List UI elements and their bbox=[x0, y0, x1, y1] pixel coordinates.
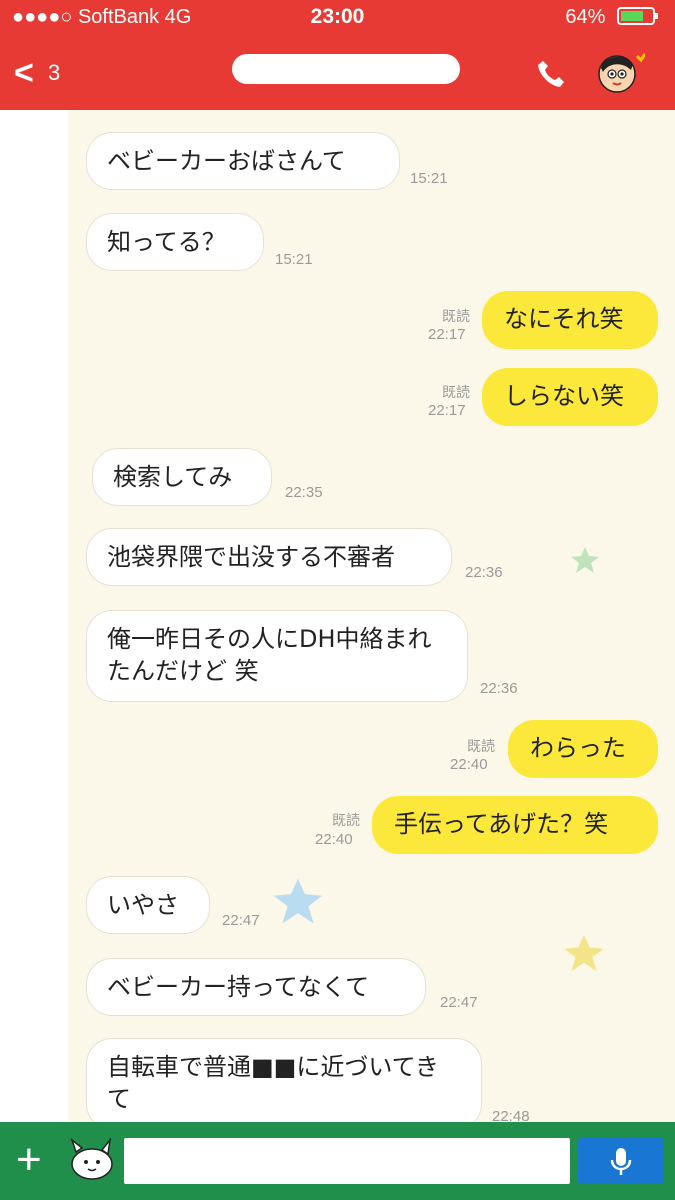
message-input[interactable] bbox=[124, 1138, 570, 1184]
message-text: ベビーカーおばさんて bbox=[107, 147, 346, 175]
message-timestamp: 22:17 bbox=[428, 402, 466, 419]
message-timestamp: 22:36 bbox=[465, 564, 503, 581]
message-timestamp: 15:21 bbox=[275, 251, 313, 268]
chat-title-redacted bbox=[232, 54, 460, 84]
read-receipt: 既読 bbox=[332, 813, 360, 829]
star-decoration-icon bbox=[273, 878, 323, 924]
message-bubble-incoming[interactable]: ベビーカー持ってなくて bbox=[86, 958, 426, 1016]
mic-icon bbox=[610, 1148, 632, 1175]
status-bar: ●●●●○ SoftBank 4G 23:00 64% bbox=[0, 0, 675, 36]
message-timestamp: 22:36 bbox=[480, 680, 518, 697]
read-receipt: 既読 bbox=[442, 385, 470, 401]
sticker-icon[interactable] bbox=[66, 1138, 116, 1182]
message-bubble-incoming[interactable]: ベビーカーおばさんて bbox=[86, 132, 400, 190]
message-bubble-incoming[interactable]: 自転車で普通■■に近づいてきて bbox=[86, 1038, 482, 1122]
message-bubble-outgoing[interactable]: 手伝ってあげた？笑 bbox=[372, 796, 658, 854]
message-bubble-outgoing[interactable]: しらない笑 bbox=[482, 368, 658, 426]
message-text: 自転車で普通■■に近づいてきて bbox=[107, 1053, 439, 1113]
avatar-column-redacted bbox=[0, 110, 68, 1122]
battery-status: 64% bbox=[565, 6, 661, 29]
message-timestamp: 22:17 bbox=[428, 326, 466, 343]
back-chevron-icon[interactable]: < bbox=[14, 54, 34, 93]
message-timestamp: 22:47 bbox=[440, 994, 478, 1011]
battery-icon bbox=[617, 7, 658, 25]
message-bubble-outgoing[interactable]: なにそれ笑 bbox=[482, 291, 658, 349]
read-receipt: 既読 bbox=[442, 309, 470, 325]
input-bar: + bbox=[0, 1122, 675, 1200]
message-timestamp: 22:40 bbox=[315, 831, 353, 848]
message-bubble-incoming[interactable]: 俺一昨日その人にDH中絡まれたんだけど 笑 bbox=[86, 610, 468, 702]
back-unread-count[interactable]: 3 bbox=[48, 60, 60, 86]
star-decoration-icon bbox=[564, 934, 604, 972]
message-text: いやさ bbox=[107, 891, 179, 919]
message-text: しらない笑 bbox=[504, 382, 624, 410]
message-text: なにそれ笑 bbox=[504, 305, 624, 333]
star-decoration-icon bbox=[571, 547, 599, 573]
message-timestamp: 22:48 bbox=[492, 1108, 530, 1122]
message-text: 俺一昨日その人にDH中絡まれたんだけど 笑 bbox=[107, 625, 432, 685]
chat-header: < 3 bbox=[0, 36, 675, 110]
message-text: 池袋界隈で出没する不審者 bbox=[107, 543, 395, 571]
message-bubble-outgoing[interactable]: わらった bbox=[508, 720, 658, 778]
battery-percent: 64% bbox=[565, 6, 606, 28]
mic-button[interactable] bbox=[578, 1138, 664, 1184]
message-bubble-incoming[interactable]: 検索してみ bbox=[92, 448, 272, 506]
message-text: ベビーカー持ってなくて bbox=[107, 973, 370, 1001]
phone-icon[interactable] bbox=[535, 58, 567, 90]
read-receipt: 既読 bbox=[467, 739, 495, 755]
message-text: 検索してみ bbox=[113, 463, 233, 491]
chat-log[interactable]: ベビーカーおばさんて 15:21 知ってる？ 15:21 既読 22:17 なに… bbox=[0, 110, 675, 1122]
message-bubble-incoming[interactable]: 知ってる？ bbox=[86, 213, 264, 271]
message-timestamp: 22:35 bbox=[285, 484, 323, 501]
message-timestamp: 22:47 bbox=[222, 912, 260, 929]
message-text: 知ってる？ bbox=[107, 228, 226, 256]
message-timestamp: 15:21 bbox=[410, 170, 448, 187]
profile-avatar-icon[interactable] bbox=[595, 50, 645, 94]
message-bubble-incoming[interactable]: いやさ bbox=[86, 876, 210, 934]
plus-icon[interactable]: + bbox=[16, 1138, 42, 1182]
message-bubble-incoming[interactable]: 池袋界隈で出没する不審者 bbox=[86, 528, 452, 586]
message-timestamp: 22:40 bbox=[450, 756, 488, 773]
message-text: わらった bbox=[530, 734, 626, 762]
message-text: 手伝ってあげた？笑 bbox=[394, 810, 609, 838]
